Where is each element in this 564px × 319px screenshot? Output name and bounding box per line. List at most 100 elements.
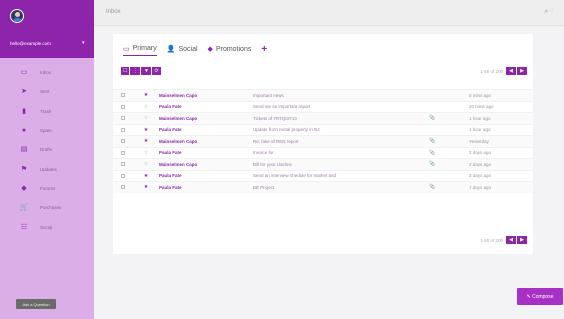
sidebar-item-forums[interactable]: ◆ Forums — [0, 179, 94, 198]
sidebar-item-drafts[interactable]: ▤ Drafts — [0, 140, 94, 159]
sidebar-item-inbox[interactable]: ▭ Inbox — [0, 63, 94, 82]
row-checkbox[interactable] — [121, 162, 125, 167]
compose-button[interactable]: ✎ Compose — [517, 288, 563, 305]
sidebar-item-social[interactable]: ☷ Social — [0, 217, 94, 236]
more-actions-button[interactable]: ⋮ — [130, 67, 141, 75]
star-icon[interactable]: ☆ — [139, 161, 153, 167]
row-checkbox[interactable] — [121, 127, 125, 132]
row-checkbox[interactable] — [121, 116, 125, 121]
email-subject: Tickets of TRTQI3T13 — [253, 115, 297, 121]
email-sender: Paula Fate — [159, 184, 182, 190]
inbox-tab-icon: ▭ — [123, 45, 130, 53]
email-row[interactable]: ★ Paula Fate Send an interview shedule for… — [113, 169, 533, 182]
email-sender: Mainselmen Capo — [159, 161, 198, 167]
email-subject: Send an interview shedule for market and — [253, 173, 337, 179]
drafts-icon: ▤ — [20, 146, 28, 154]
email-row[interactable]: ★ Mainselmen Capo Important news 5 mins ago — [113, 89, 533, 101]
pager-text: 1-50 of 200 — [480, 68, 503, 74]
mail-tabs: ▭ Primary 👤 Social ◆ Promotions + — [123, 42, 267, 56]
row-checkbox[interactable] — [121, 185, 125, 190]
sidebar-header: hello@example.com ▾ — [0, 0, 94, 58]
email-row[interactable]: ☆ Paula Fate Invoice for 📎 2 days ago — [113, 146, 533, 159]
email-time: Yesterday — [469, 138, 489, 144]
attachment-icon: 📎 — [429, 184, 436, 191]
row-checkbox[interactable] — [121, 93, 125, 98]
email-time: 1 hour ago — [469, 127, 491, 133]
email-sender: Paula Fate — [159, 173, 182, 179]
star-icon[interactable]: ★ — [139, 173, 153, 179]
row-checkbox[interactable] — [121, 104, 125, 109]
attachment-icon: 📎 — [429, 138, 436, 145]
email-subject: Bill for your Uselms — [253, 161, 292, 167]
avatar[interactable] — [10, 9, 24, 23]
sidebar-item-sent[interactable]: ➤ Sent — [0, 82, 94, 101]
add-tab-button[interactable]: + — [261, 44, 267, 55]
email-sender: Mainselmen Capo — [159, 92, 198, 98]
email-list: ★ Mainselmen Capo Important news 5 mins ago… — [113, 89, 533, 193]
email-sender: Paula Fate — [159, 150, 182, 156]
labels-dropdown-button[interactable]: ▼ — [141, 67, 152, 75]
next-page-button[interactable]: ▶ — [517, 67, 527, 75]
email-row[interactable]: ★ Mainselmen Capo Re: fake of REN report 📎 Y… — [113, 135, 533, 147]
row-checkbox[interactable] — [121, 173, 125, 178]
top-bar: Inbox ⌕⋮ — [94, 0, 564, 26]
sidebar-item-label: Inbox — [40, 70, 52, 76]
flag-icon: ⚑ — [20, 165, 28, 173]
email-sender: Mainselmen Capo — [159, 115, 198, 121]
sidebar-item-purchases[interactable]: 🛒 Purchases — [0, 198, 94, 217]
sidebar-item-label: Forums — [40, 185, 56, 191]
tag-icon: ◆ — [207, 46, 213, 53]
tab-label: Promotions — [215, 45, 252, 53]
group-icon: ☷ — [20, 223, 28, 231]
sidebar-item-updates[interactable]: ⚑ Updates — [0, 159, 94, 178]
email-row[interactable]: ★ Paula Fate BE Project 📎 7 days ago — [113, 181, 533, 193]
star-icon[interactable]: ★ — [139, 127, 153, 133]
chevron-down-icon[interactable]: ▾ — [82, 40, 85, 46]
email-time: 20 mins ago — [469, 104, 494, 110]
star-icon[interactable]: ★ — [139, 138, 153, 144]
email-time: 5 mins ago — [469, 92, 492, 98]
prev-page-button[interactable]: ◀ — [506, 236, 516, 244]
sidebar-item-label: Sent — [40, 89, 50, 95]
select-all-button[interactable]: ☐ — [121, 67, 130, 75]
tag-icon: ◆ — [21, 184, 27, 192]
email-time: 2 days ago — [469, 150, 492, 156]
star-icon[interactable]: ★ — [139, 92, 153, 98]
sidebar-item-label: Social — [40, 224, 53, 230]
tab-primary[interactable]: ▭ Primary — [123, 42, 157, 56]
row-checkbox[interactable] — [121, 139, 125, 144]
star-icon[interactable]: ☆ — [139, 104, 153, 110]
sidebar-nav: ▭ Inbox ➤ Sent ▮ Trash ● Spam ▤ Drafts ⚑ Updates ◆ Fo… — [0, 63, 94, 237]
email-subject: Invoice for — [253, 150, 274, 156]
mail-toolbar: ☐ ⋮ ▼ ⟳ — [121, 67, 162, 75]
ask-question-button[interactable]: Ask a Question — [16, 299, 56, 309]
email-row[interactable]: ☆ Paula Fate Send me an important report 20… — [113, 100, 533, 113]
email-sender: Mainselmen Capo — [159, 138, 198, 144]
sidebar-item-label: Purchases — [40, 205, 62, 211]
star-icon[interactable]: ☆ — [139, 115, 153, 121]
email-subject: Send me an important report — [253, 104, 311, 110]
row-checkbox[interactable] — [121, 150, 125, 155]
star-icon[interactable]: ☆ — [139, 150, 153, 156]
inbox-icon: ▭ — [20, 69, 28, 77]
tab-social[interactable]: 👤 Social — [167, 42, 198, 56]
email-subject: Important news — [253, 92, 284, 98]
email-row[interactable]: ★ Paula Fate Update from rental property i… — [113, 123, 533, 136]
email-row[interactable]: ☆ Mainselmen Capo Bill for your Uselms 📎 2 d… — [113, 158, 533, 170]
sidebar-item-trash[interactable]: ▮ Trash — [0, 102, 94, 121]
email-row[interactable]: ☆ Mainselmen Capo Tickets of TRTQI3T13 📎 1 h… — [113, 112, 533, 124]
topbar-actions: ⌕⋮ — [544, 8, 556, 16]
tab-promotions[interactable]: ◆ Promotions — [208, 42, 252, 56]
prev-page-button[interactable]: ◀ — [506, 67, 516, 75]
email-subject: BE Project — [253, 184, 275, 190]
attachment-icon: 📎 — [429, 149, 436, 156]
refresh-button[interactable]: ⟳ — [152, 67, 161, 75]
sidebar-item-label: Drafts — [40, 147, 53, 153]
email-time: 3 days ago — [469, 173, 492, 179]
more-vert-icon[interactable]: ⋮ — [551, 8, 556, 15]
sidebar: hello@example.com ▾ ▭ Inbox ➤ Sent ▮ Trash ● Sp… — [0, 0, 94, 319]
user-email[interactable]: hello@example.com — [10, 41, 51, 46]
star-icon[interactable]: ★ — [139, 184, 153, 190]
next-page-button[interactable]: ▶ — [517, 236, 527, 244]
sidebar-item-spam[interactable]: ● Spam — [0, 121, 94, 140]
